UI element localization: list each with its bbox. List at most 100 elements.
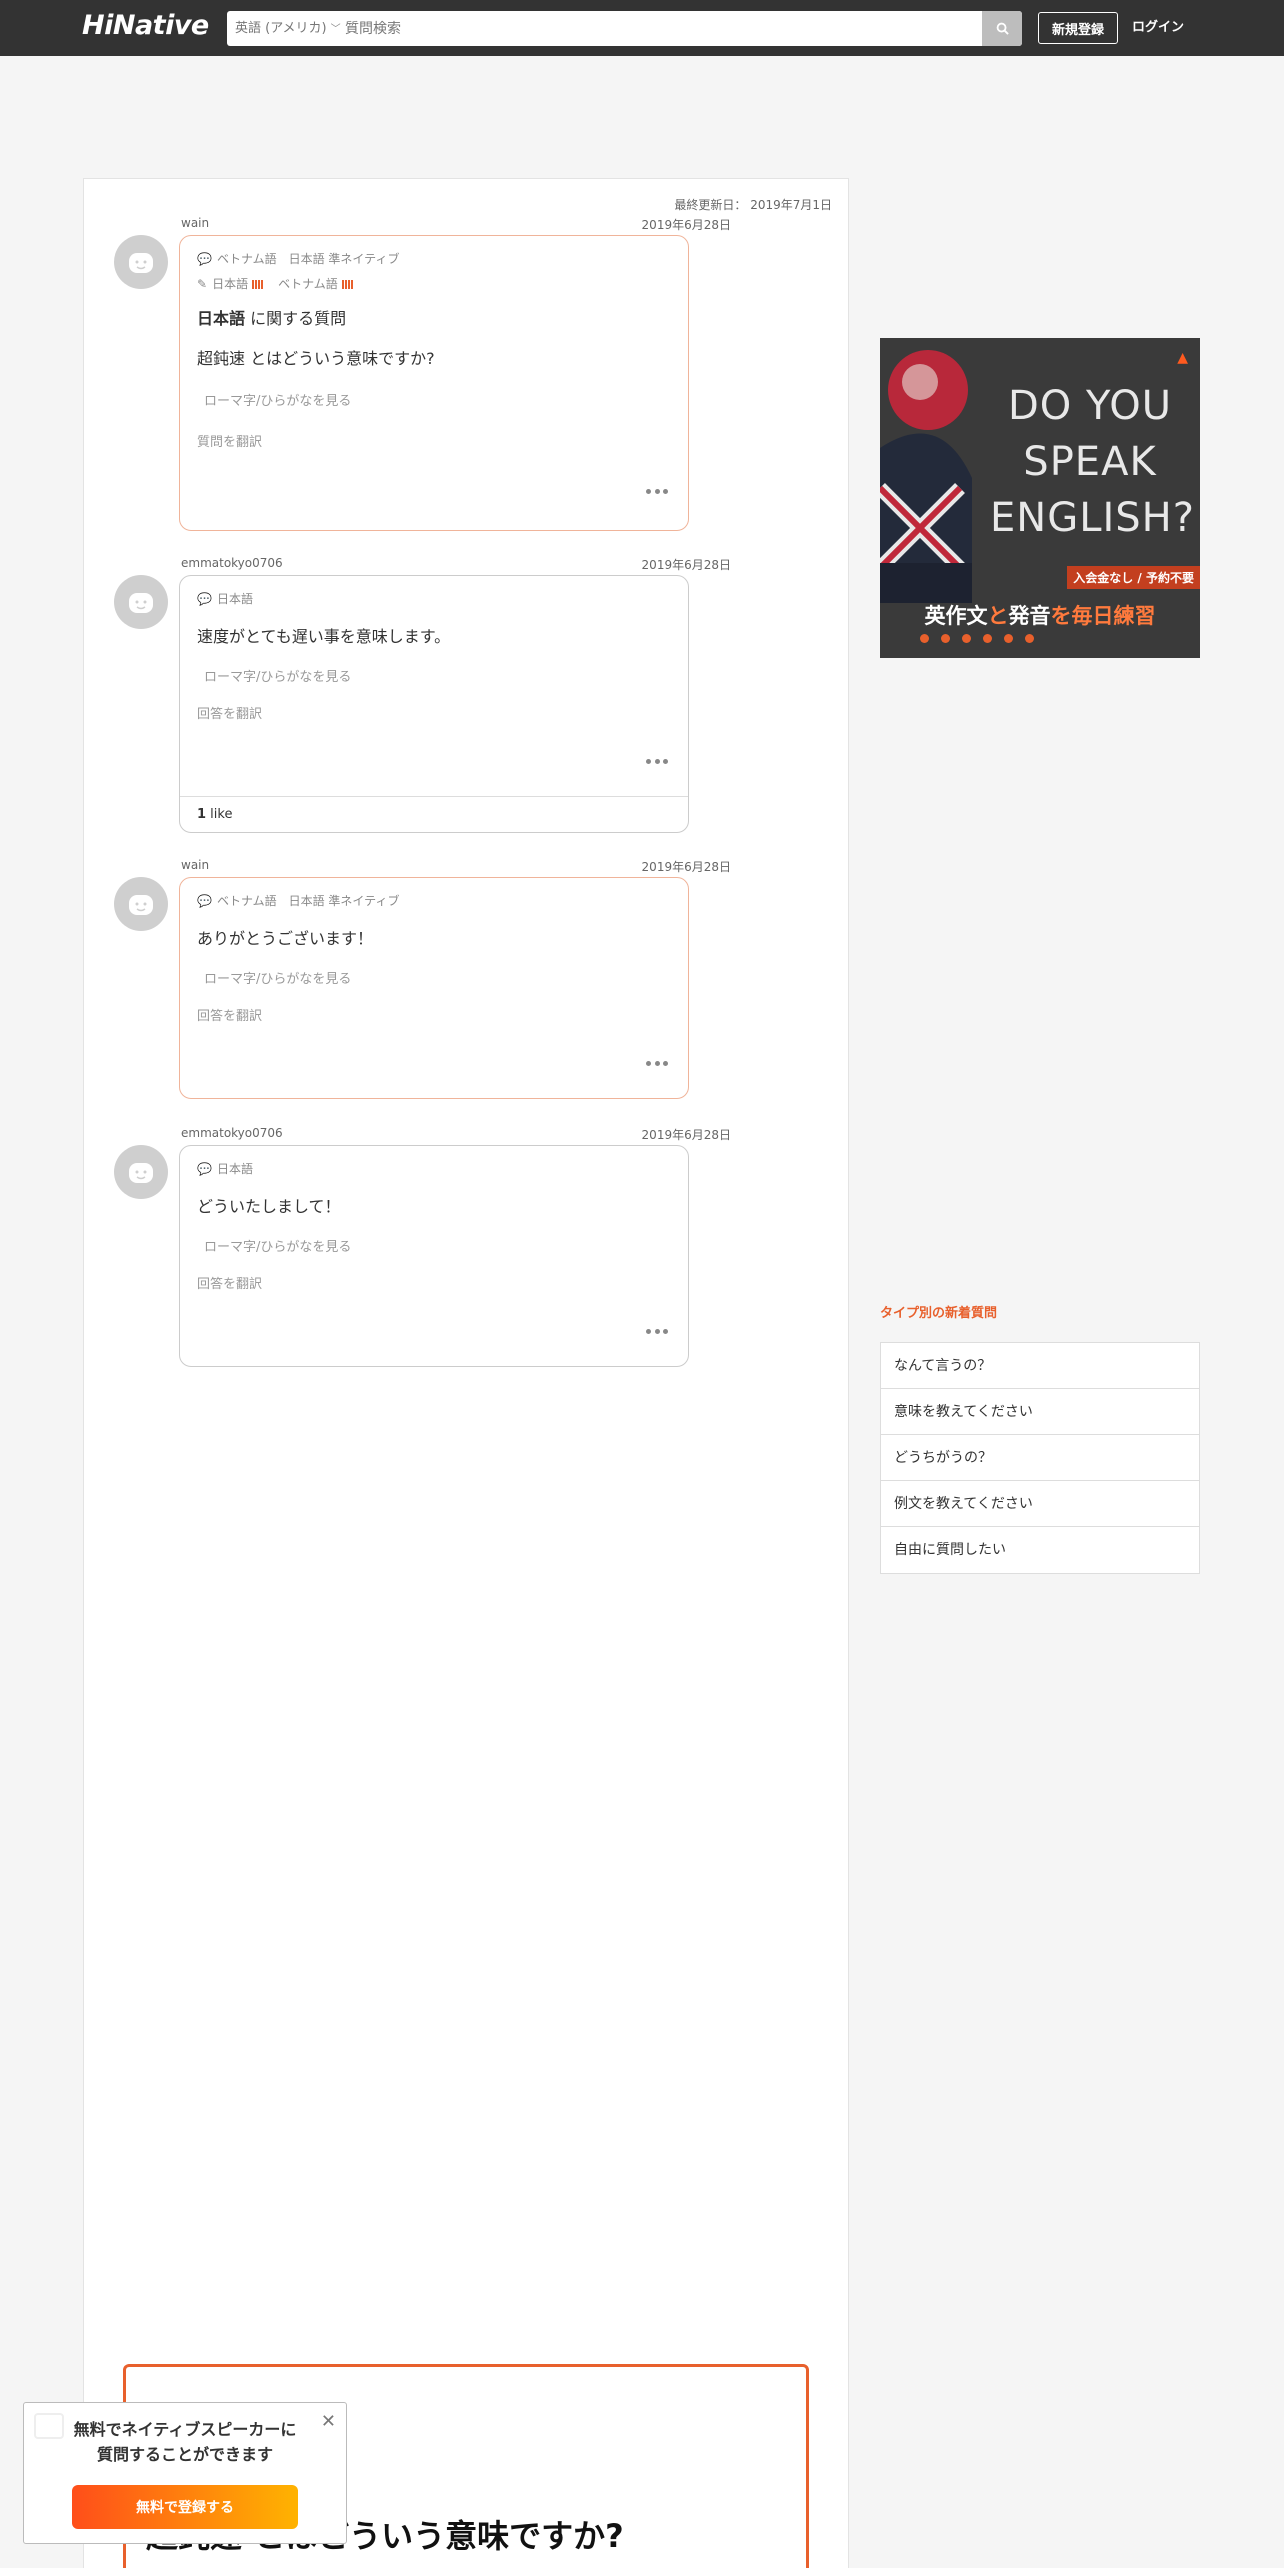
native-language-row: 💬 日本語 bbox=[197, 590, 253, 607]
more-options-icon[interactable] bbox=[646, 489, 668, 495]
study-language-2: ベトナム語 bbox=[278, 277, 338, 291]
default-avatar-icon bbox=[129, 253, 153, 273]
search-button[interactable] bbox=[982, 11, 1022, 46]
question-title: 日本語 に関する質問 bbox=[197, 305, 346, 329]
avatar[interactable] bbox=[114, 1145, 168, 1199]
native-language-row: 💬 ベトナム語 日本語 準ネイティブ bbox=[197, 892, 399, 909]
answer-text: ありがとうございます！ bbox=[197, 929, 374, 948]
ad-brand-logo: ▲ bbox=[1177, 350, 1188, 366]
search-bar: 英語 (アメリカ) ﹀ bbox=[227, 11, 1022, 46]
native-languages: ベトナム語 日本語 準ネイティブ bbox=[216, 894, 400, 908]
signup-popup: 無料でネイティブスピーカーに 質問することができます ✕ 無料で登録する bbox=[23, 2402, 347, 2544]
username[interactable]: wain bbox=[181, 216, 209, 230]
username[interactable]: emmatokyo0706 bbox=[181, 556, 283, 570]
type-item[interactable]: 例文を教えてください bbox=[881, 1481, 1199, 1527]
native-language-row: 💬 ベトナム語 日本語 準ネイティブ bbox=[197, 250, 399, 267]
language-select-label: 英語 (アメリカ) bbox=[235, 21, 327, 36]
close-icon[interactable]: ✕ bbox=[321, 2411, 336, 2432]
answer-text: 速度がとても遅い事を意味します。 bbox=[197, 627, 451, 646]
post-date: 2019年6月28日 bbox=[641, 860, 731, 874]
translate-answer-link[interactable]: 回答を翻訳 bbox=[197, 703, 262, 722]
translate-answer-link[interactable]: 回答を翻訳 bbox=[197, 1273, 262, 1292]
free-signup-button[interactable]: 無料で登録する bbox=[72, 2485, 298, 2529]
ad-badge: 入会金なし / 予約不要 bbox=[1067, 566, 1200, 589]
translate-answer-link[interactable]: 回答を翻訳 bbox=[197, 1005, 262, 1024]
post-date: 2019年6月28日 bbox=[641, 558, 731, 572]
type-item[interactable]: 自由に質問したい bbox=[881, 1527, 1199, 1573]
last-updated: 最終更新日： 2019年7月1日 bbox=[674, 198, 832, 212]
more-options-icon[interactable] bbox=[646, 1329, 668, 1335]
like-count[interactable]: 1 like bbox=[180, 796, 688, 832]
question-bubble: 💬 ベトナム語 日本語 準ネイティブ ✎ 日本語 ベトナム語 日本語 に関する質… bbox=[179, 235, 689, 531]
question-language[interactable]: 日本語 bbox=[197, 309, 245, 328]
top-navbar: HiNative 英語 (アメリカ)﹀ 新規登録 ログイン bbox=[0, 0, 1284, 56]
type-list-title: タイプ別の新着質問 bbox=[880, 1306, 998, 1321]
post-date: 2019年6月28日 bbox=[641, 1128, 731, 1142]
question-thread: 最終更新日： 2019年7月1日 wain 2019年6月28日 💬 ベトナム語… bbox=[83, 178, 849, 2568]
level-bars-icon bbox=[252, 277, 264, 291]
default-avatar-icon bbox=[129, 1163, 153, 1183]
search-icon bbox=[996, 22, 1009, 35]
native-language-row: 💬 日本語 bbox=[197, 1160, 253, 1177]
post-meta: emmatokyo0706 2019年6月28日 bbox=[179, 1126, 741, 1142]
ad-caption-part-4: を毎日練習 bbox=[1050, 604, 1156, 628]
more-options-icon[interactable] bbox=[646, 759, 668, 765]
ad-caption-part-1: 英作文 bbox=[924, 604, 988, 628]
ad-caption-part-3: 発音 bbox=[1008, 604, 1051, 628]
like-number: 1 bbox=[197, 807, 207, 822]
popup-line-2: 質問することができます bbox=[96, 2445, 273, 2464]
default-avatar-icon bbox=[129, 895, 153, 915]
avatar[interactable] bbox=[114, 877, 168, 931]
post-meta: wain 2019年6月28日 bbox=[179, 216, 741, 232]
username[interactable]: emmatokyo0706 bbox=[181, 1126, 283, 1140]
advertisement-banner[interactable]: ▲ DO YOU SPEAK ENGLISH? 入会金なし / 予約不要 英作文… bbox=[880, 338, 1200, 658]
like-label: like bbox=[206, 807, 233, 822]
native-languages: 日本語 bbox=[216, 592, 253, 606]
speech-bubble-icon: 💬 bbox=[197, 893, 212, 908]
chevron-down-icon: ﹀ bbox=[330, 24, 341, 35]
speech-bubble-icon: 💬 bbox=[197, 1161, 212, 1176]
question-title-rest: に関する質問 bbox=[245, 309, 347, 328]
signup-button[interactable]: 新規登録 bbox=[1038, 12, 1118, 44]
study-language-row: ✎ 日本語 ベトナム語 bbox=[197, 275, 354, 292]
question-text: 超鈍速 とはどういう意味ですか? bbox=[197, 349, 435, 368]
question-type-list: なんて言うの？ 意味を教えてください どうちがうの？ 例文を教えてください 自由… bbox=[880, 1342, 1200, 1574]
native-languages: ベトナム語 日本語 準ネイティブ bbox=[216, 252, 400, 266]
popup-line-1: 無料でネイティブスピーカーに bbox=[73, 2420, 297, 2439]
speech-bubble-icon: 💬 bbox=[197, 251, 212, 266]
answer-text: どういたしまして！ bbox=[197, 1197, 341, 1216]
ad-caption-part-2: と bbox=[987, 604, 1009, 628]
post-meta: wain 2019年6月28日 bbox=[179, 858, 741, 874]
romaji-toggle[interactable]: ローマ字/ひらがなを見る bbox=[204, 968, 351, 987]
ad-caption: 英作文と発音を毎日練習 bbox=[880, 600, 1200, 630]
ad-decoration-dots bbox=[920, 634, 1034, 643]
romaji-toggle[interactable]: ローマ字/ひらがなを見る bbox=[204, 666, 351, 685]
ad-headline: DO YOU SPEAK ENGLISH? bbox=[990, 383, 1195, 541]
study-language-1: 日本語 bbox=[212, 277, 249, 291]
type-item[interactable]: なんて言うの？ bbox=[881, 1343, 1199, 1389]
native-languages: 日本語 bbox=[216, 1162, 253, 1176]
post-meta: emmatokyo0706 2019年6月28日 bbox=[179, 556, 741, 572]
login-link[interactable]: ログイン bbox=[1132, 12, 1184, 44]
default-avatar-icon bbox=[129, 593, 153, 613]
answer-bubble: 💬 ベトナム語 日本語 準ネイティブ ありがとうございます！ ローマ字/ひらがな… bbox=[179, 877, 689, 1099]
answer-bubble: 💬 日本語 どういたしまして！ ローマ字/ひらがなを見る 回答を翻訳 bbox=[179, 1145, 689, 1367]
language-select[interactable]: 英語 (アメリカ) ﹀ bbox=[235, 11, 341, 46]
translate-question-link[interactable]: 質問を翻訳 bbox=[197, 431, 262, 450]
romaji-toggle[interactable]: ローマ字/ひらがなを見る bbox=[204, 390, 351, 409]
type-item[interactable]: どうちがうの？ bbox=[881, 1435, 1199, 1481]
speech-bubble-icon: 💬 bbox=[197, 591, 212, 606]
type-item[interactable]: 意味を教えてください bbox=[881, 1389, 1199, 1435]
avatar[interactable] bbox=[114, 235, 168, 289]
username[interactable]: wain bbox=[181, 858, 209, 872]
hinative-logo[interactable]: HiNative bbox=[82, 10, 209, 41]
answer-bubble: 💬 日本語 速度がとても遅い事を意味します。 ローマ字/ひらがなを見る 回答を翻… bbox=[179, 575, 689, 833]
post-date: 2019年6月28日 bbox=[641, 218, 731, 232]
popup-message: 無料でネイティブスピーカーに 質問することができます bbox=[24, 2417, 346, 2467]
search-input[interactable] bbox=[345, 11, 905, 46]
more-options-icon[interactable] bbox=[646, 1061, 668, 1067]
pencil-icon: ✎ bbox=[197, 276, 208, 291]
avatar[interactable] bbox=[114, 575, 168, 629]
level-bars-icon bbox=[341, 277, 354, 291]
romaji-toggle[interactable]: ローマ字/ひらがなを見る bbox=[204, 1236, 351, 1255]
